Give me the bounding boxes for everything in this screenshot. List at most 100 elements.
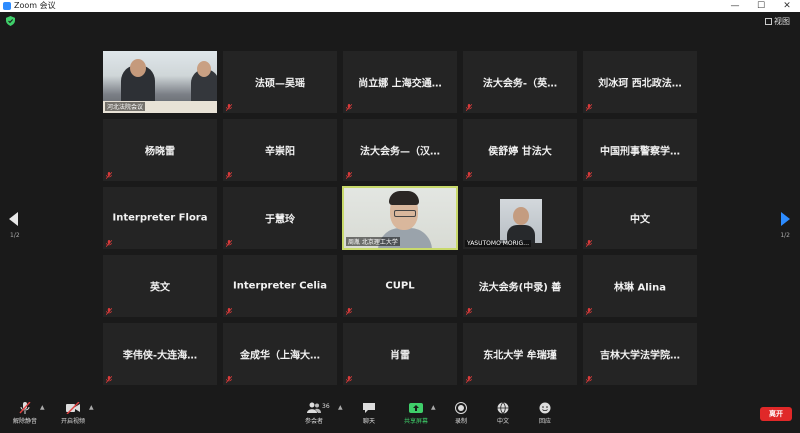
participant-name: 吉林大学法学院…	[600, 350, 680, 362]
participant-tile[interactable]: 中国刑事警察学…	[582, 118, 698, 182]
muted-mic-icon	[346, 376, 352, 383]
chat-label: 聊天	[362, 418, 375, 425]
participant-tile[interactable]: CUPL	[342, 254, 458, 318]
video-off-icon	[66, 402, 80, 414]
participant-name: 法大会务—（汉…	[360, 146, 440, 158]
participant-name: 杨晓雷	[145, 146, 175, 158]
participants-label: 参会者	[304, 418, 323, 425]
close-button[interactable]: ✕	[774, 0, 800, 12]
view-button[interactable]: 视图	[765, 16, 790, 27]
participant-tile[interactable]: 金成华（上海大…	[222, 322, 338, 386]
zoom-logo-icon	[3, 2, 11, 10]
reactions-button[interactable]: 回应	[532, 402, 558, 425]
participant-tile[interactable]: 周胤 北京理工大学	[342, 186, 458, 250]
maximize-button[interactable]: ☐	[748, 0, 774, 12]
participant-name: 侯舒婷 甘法大	[488, 146, 552, 158]
muted-mic-icon	[586, 376, 592, 383]
record-icon	[455, 402, 467, 414]
participant-tile[interactable]: 刘冰珂 西北政法…	[582, 50, 698, 114]
participant-tile[interactable]: 于慧玲	[222, 186, 338, 250]
chat-button[interactable]: 聊天	[356, 402, 382, 425]
participant-name: 刘冰珂 西北政法…	[598, 78, 682, 90]
share-options-caret-icon[interactable]: ▲	[431, 404, 436, 411]
participant-name: YASUTOMO MORIG…	[465, 240, 532, 247]
muted-mic-icon	[346, 308, 352, 315]
participant-name: 肖雷	[390, 350, 410, 362]
participant-tile[interactable]: 法硕—吴瑶	[222, 50, 338, 114]
participant-tile[interactable]: Interpreter Celia	[222, 254, 338, 318]
muted-mic-icon	[586, 104, 592, 111]
participant-tile[interactable]: 法大会务(中录) 善	[462, 254, 578, 318]
reactions-label: 回应	[538, 418, 551, 425]
muted-mic-icon	[106, 376, 112, 383]
participant-name: Interpreter Celia	[233, 280, 327, 292]
security-shield-icon[interactable]	[6, 16, 15, 26]
participant-tile[interactable]: 法大会务—（汉…	[342, 118, 458, 182]
participant-tile[interactable]: YASUTOMO MORIG…	[462, 186, 578, 250]
muted-mic-icon	[106, 172, 112, 179]
muted-mic-icon	[346, 104, 352, 111]
participants-caret-icon[interactable]: ▲	[338, 404, 343, 411]
page-indicator-right: 1/2	[780, 232, 790, 239]
participant-tile[interactable]: 东北大学 牟瑞瑾	[462, 322, 578, 386]
participant-profile-photo	[500, 199, 542, 243]
unmute-button[interactable]: 解除静音	[8, 402, 42, 425]
participant-tile[interactable]: 英文	[102, 254, 218, 318]
muted-mic-icon	[19, 402, 31, 414]
participant-name: 林琳 Alina	[614, 282, 666, 294]
participant-tile[interactable]: 河北法院会议	[102, 50, 218, 114]
muted-mic-icon	[466, 308, 472, 315]
muted-mic-icon	[466, 104, 472, 111]
gallery-view: 河北法院会议 法硕—吴瑶 尚立娜 上海交通… 法大会务-（英… 刘冰珂 西北政法… 杨晓雷…	[100, 48, 700, 388]
participant-name: 法大会务-（英…	[482, 78, 558, 90]
meeting-toolbar: 解除静音 ▲ 开启视频 ▲ 参会者 36 ▲ 聊天 共享屏幕 ▲ 录制 中文 回…	[0, 398, 800, 433]
minimize-button[interactable]: —	[722, 0, 748, 12]
muted-mic-icon	[466, 376, 472, 383]
previous-page-arrow-icon[interactable]	[9, 212, 18, 226]
share-screen-button[interactable]: 共享屏幕	[400, 402, 432, 425]
participant-name: 河北法院会议	[105, 102, 146, 111]
muted-mic-icon	[106, 308, 112, 315]
participant-name: 中国刑事警察学…	[600, 146, 680, 158]
meeting-top-strip	[0, 12, 800, 32]
muted-mic-icon	[226, 240, 232, 247]
participant-name: 东北大学 牟瑞瑾	[483, 350, 557, 362]
participant-tile[interactable]: 辛崇阳	[222, 118, 338, 182]
participant-tile[interactable]: 侯舒婷 甘法大	[462, 118, 578, 182]
interpretation-label: 中文	[496, 418, 509, 425]
share-screen-label: 共享屏幕	[403, 418, 428, 425]
page-indicator-left: 1/2	[10, 232, 20, 239]
next-page-arrow-icon[interactable]	[781, 212, 790, 226]
participant-tile[interactable]: 杨晓雷	[102, 118, 218, 182]
participant-tile[interactable]: 李伟侠-大连海…	[102, 322, 218, 386]
muted-mic-icon	[226, 308, 232, 315]
record-label: 录制	[454, 418, 467, 425]
muted-mic-icon	[466, 172, 472, 179]
globe-icon	[497, 402, 509, 414]
leave-meeting-button[interactable]: 离开	[760, 407, 792, 421]
participant-tile[interactable]: Interpreter Flora	[102, 186, 218, 250]
participant-name: 法大会务(中录) 善	[478, 282, 562, 294]
participant-tile[interactable]: 肖雷	[342, 322, 458, 386]
view-label: 视图	[774, 17, 790, 26]
participant-tile[interactable]: 尚立娜 上海交通…	[342, 50, 458, 114]
participant-name: Interpreter Flora	[112, 212, 208, 224]
participant-name: 法硕—吴瑶	[255, 78, 305, 90]
audio-options-caret-icon[interactable]: ▲	[40, 404, 45, 411]
record-button[interactable]: 录制	[448, 402, 474, 425]
interpretation-button[interactable]: 中文	[490, 402, 516, 425]
unmute-label: 解除静音	[12, 418, 37, 425]
start-video-button[interactable]: 开启视频	[56, 402, 90, 425]
participant-tile[interactable]: 林琳 Alina	[582, 254, 698, 318]
grid-view-icon	[765, 18, 772, 25]
video-options-caret-icon[interactable]: ▲	[89, 404, 94, 411]
participant-name: 英文	[150, 282, 170, 294]
participant-tile[interactable]: 法大会务-（英…	[462, 50, 578, 114]
muted-mic-icon	[346, 172, 352, 179]
participant-name: 金成华（上海大…	[240, 350, 320, 362]
participant-name: CUPL	[385, 280, 415, 292]
participant-tile[interactable]: 中文	[582, 186, 698, 250]
participant-tile[interactable]: 吉林大学法学院…	[582, 322, 698, 386]
chat-icon	[363, 403, 375, 413]
participant-name: 李伟侠-大连海…	[122, 350, 198, 362]
